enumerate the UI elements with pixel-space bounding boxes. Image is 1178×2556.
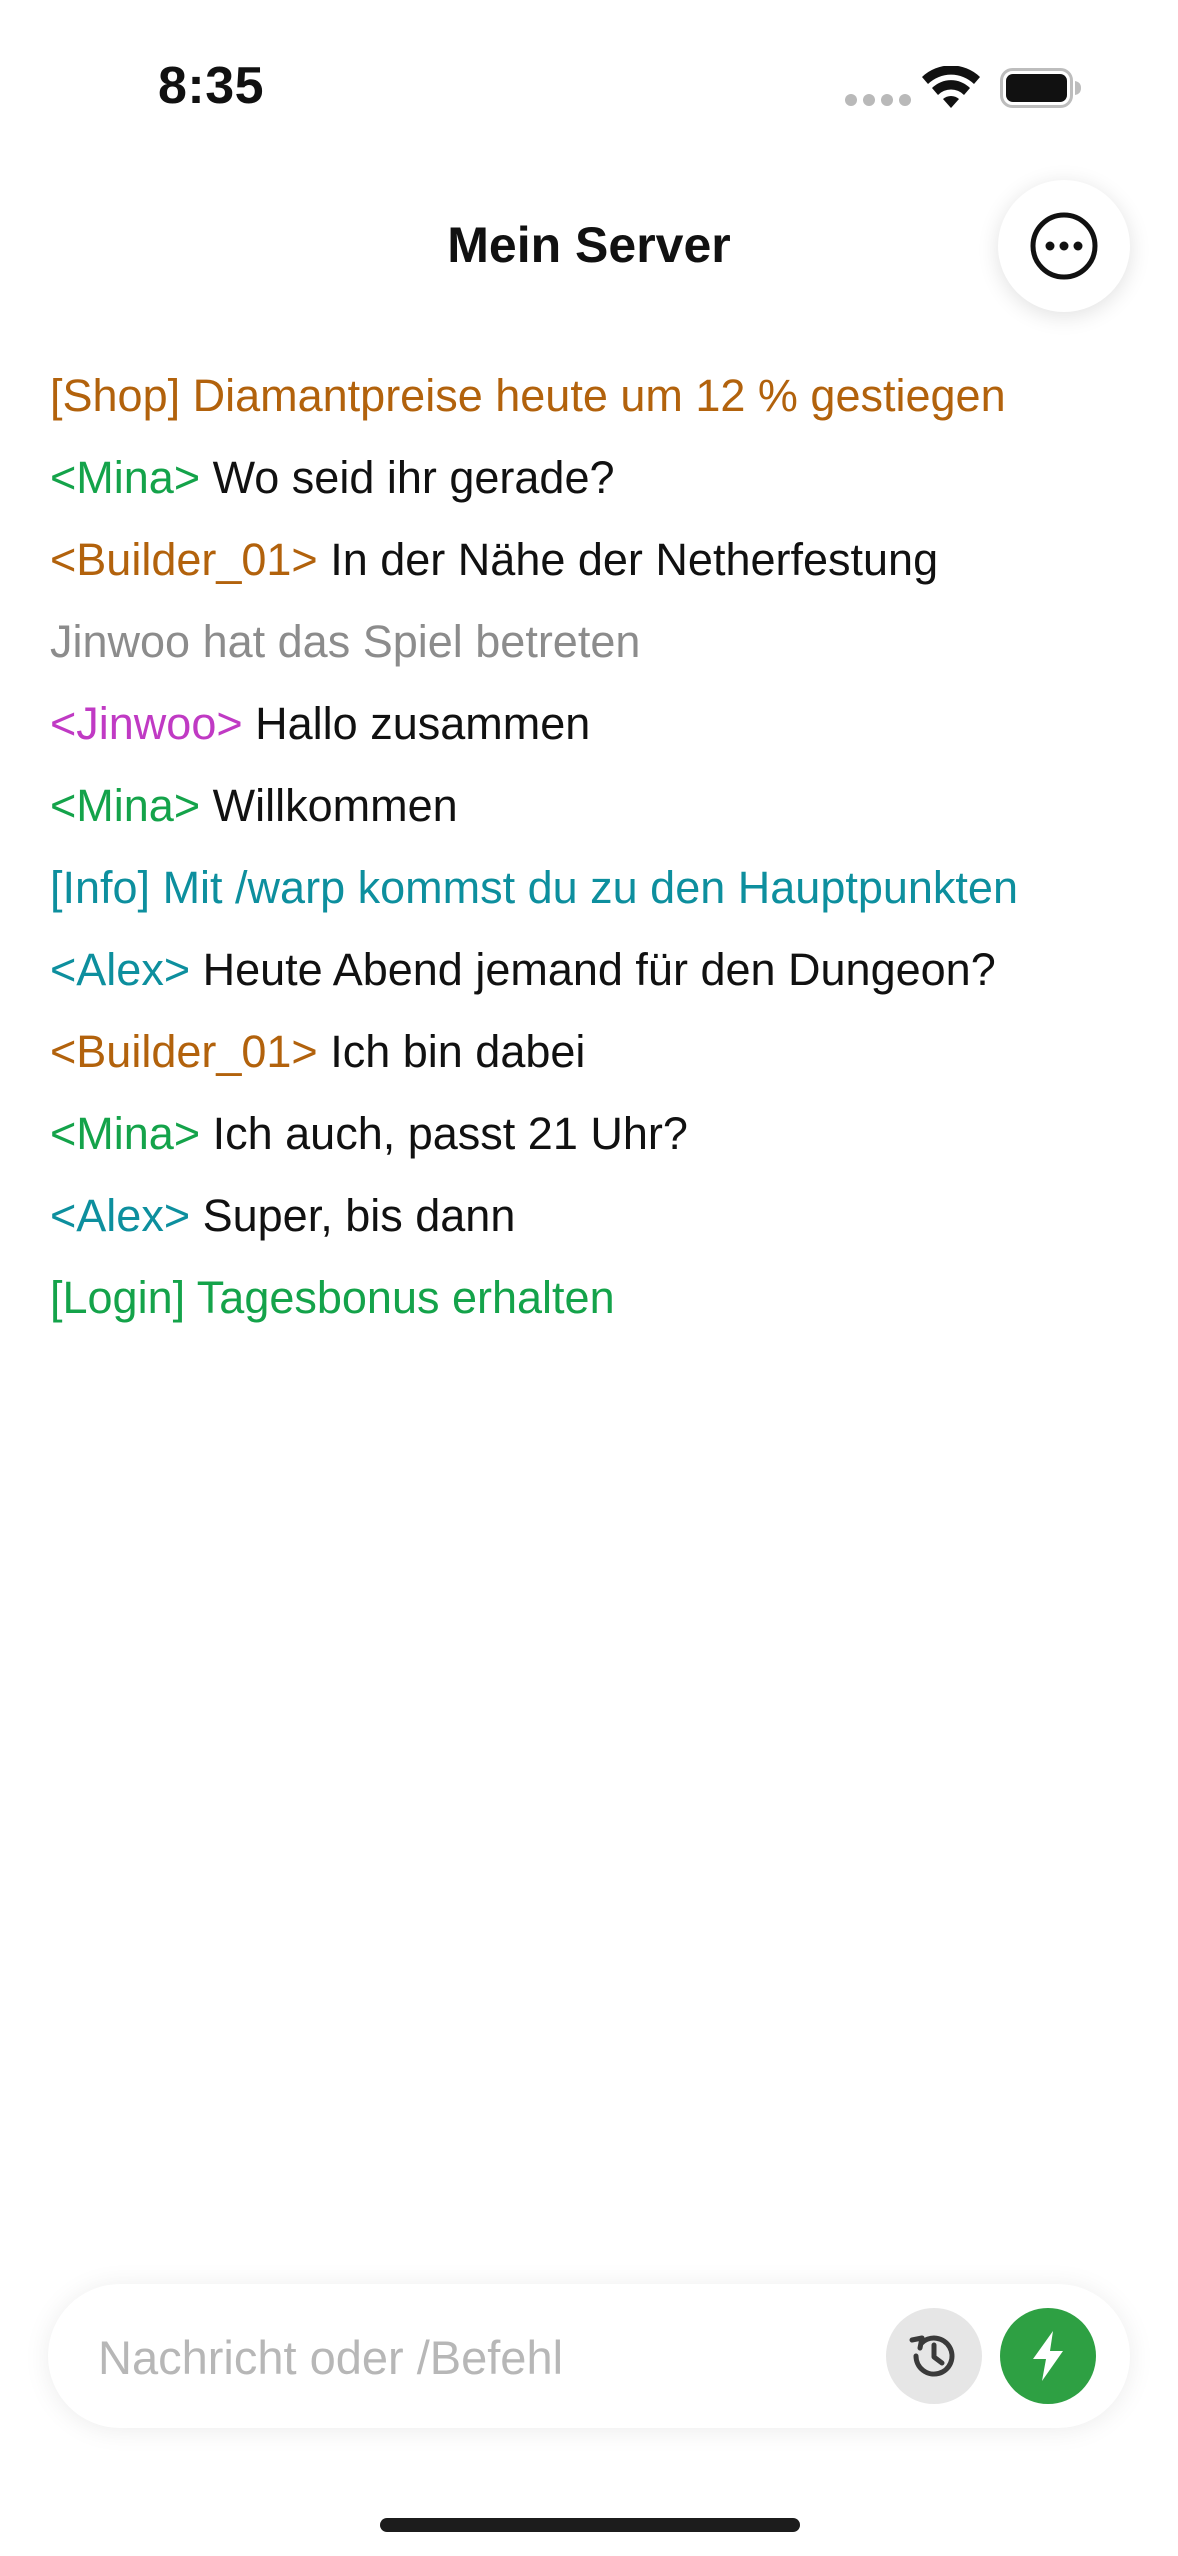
send-command-button[interactable]: [1000, 2308, 1096, 2404]
player-name: <Mina>: [50, 452, 201, 503]
info-message: [Info] Mit /warp kommst du zu den Hauptp…: [50, 862, 1018, 913]
player-name: <Mina>: [50, 1108, 201, 1159]
chat-line-system: [Info] Mit /warp kommst du zu den Hauptp…: [50, 856, 1150, 938]
history-button[interactable]: [886, 2308, 982, 2404]
cellular-signal-icon: [845, 94, 911, 106]
message-text: Wo seid ihr gerade?: [200, 452, 615, 503]
chat-line-system: [Shop] Diamantpreise heute um 12 % gesti…: [50, 364, 1150, 446]
chat-line: <Builder_01> Ich bin dabei: [50, 1020, 1150, 1102]
more-options-button[interactable]: [998, 180, 1130, 312]
message-text: Willkommen: [200, 780, 458, 831]
message-composer: [48, 2284, 1130, 2428]
chat-line: <Mina> Wo seid ihr gerade?: [50, 446, 1150, 528]
player-name: <Alex>: [50, 1190, 191, 1241]
header: Mein Server: [0, 180, 1178, 312]
message-input[interactable]: [96, 2320, 880, 2394]
player-name: <Builder_01>: [50, 534, 318, 585]
message-text: In der Nähe der Netherfestung: [317, 534, 939, 585]
status-time: 8:35: [158, 57, 265, 115]
player-name: <Mina>: [50, 780, 201, 831]
home-indicator: [380, 2518, 800, 2532]
status-bar: 8:35: [0, 0, 1178, 150]
player-name: <Jinwoo>: [50, 698, 243, 749]
chat-line: <Mina> Ich auch, passt 21 Uhr?: [50, 1102, 1150, 1184]
chat-line-system: Jinwoo hat das Spiel betreten: [50, 610, 1150, 692]
history-icon: [909, 2335, 955, 2377]
chat-line: <Jinwoo> Hallo zusammen: [50, 692, 1150, 774]
chat-line: <Alex> Heute Abend jemand für den Dungeo…: [50, 938, 1150, 1020]
login-message: [Login] Tagesbonus erhalten: [50, 1272, 615, 1323]
message-text: Heute Abend jemand für den Dungeon?: [190, 944, 996, 995]
system-message: [Shop] Diamantpreise heute um 12 % gesti…: [50, 370, 1006, 421]
message-text: Hallo zusammen: [242, 698, 591, 749]
chat-line: <Mina> Willkommen: [50, 774, 1150, 856]
lightning-bolt-icon: [1033, 2331, 1063, 2381]
chat-line: <Builder_01> In der Nähe der Netherfestu…: [50, 528, 1150, 610]
wifi-icon: [922, 66, 980, 108]
message-text: Super, bis dann: [190, 1190, 516, 1241]
chat-line: <Alex> Super, bis dann: [50, 1184, 1150, 1266]
chat-line-system: [Login] Tagesbonus erhalten: [50, 1266, 1150, 1348]
message-text: Ich bin dabei: [317, 1026, 586, 1077]
ellipsis-circle-icon: [1030, 212, 1098, 280]
player-name: <Builder_01>: [50, 1026, 318, 1077]
message-text: Ich auch, passt 21 Uhr?: [200, 1108, 688, 1159]
player-name: <Alex>: [50, 944, 191, 995]
battery-icon: [1000, 68, 1081, 108]
chat-log: [Shop] Diamantpreise heute um 12 % gesti…: [50, 364, 1150, 1348]
join-message: Jinwoo hat das Spiel betreten: [50, 616, 641, 667]
